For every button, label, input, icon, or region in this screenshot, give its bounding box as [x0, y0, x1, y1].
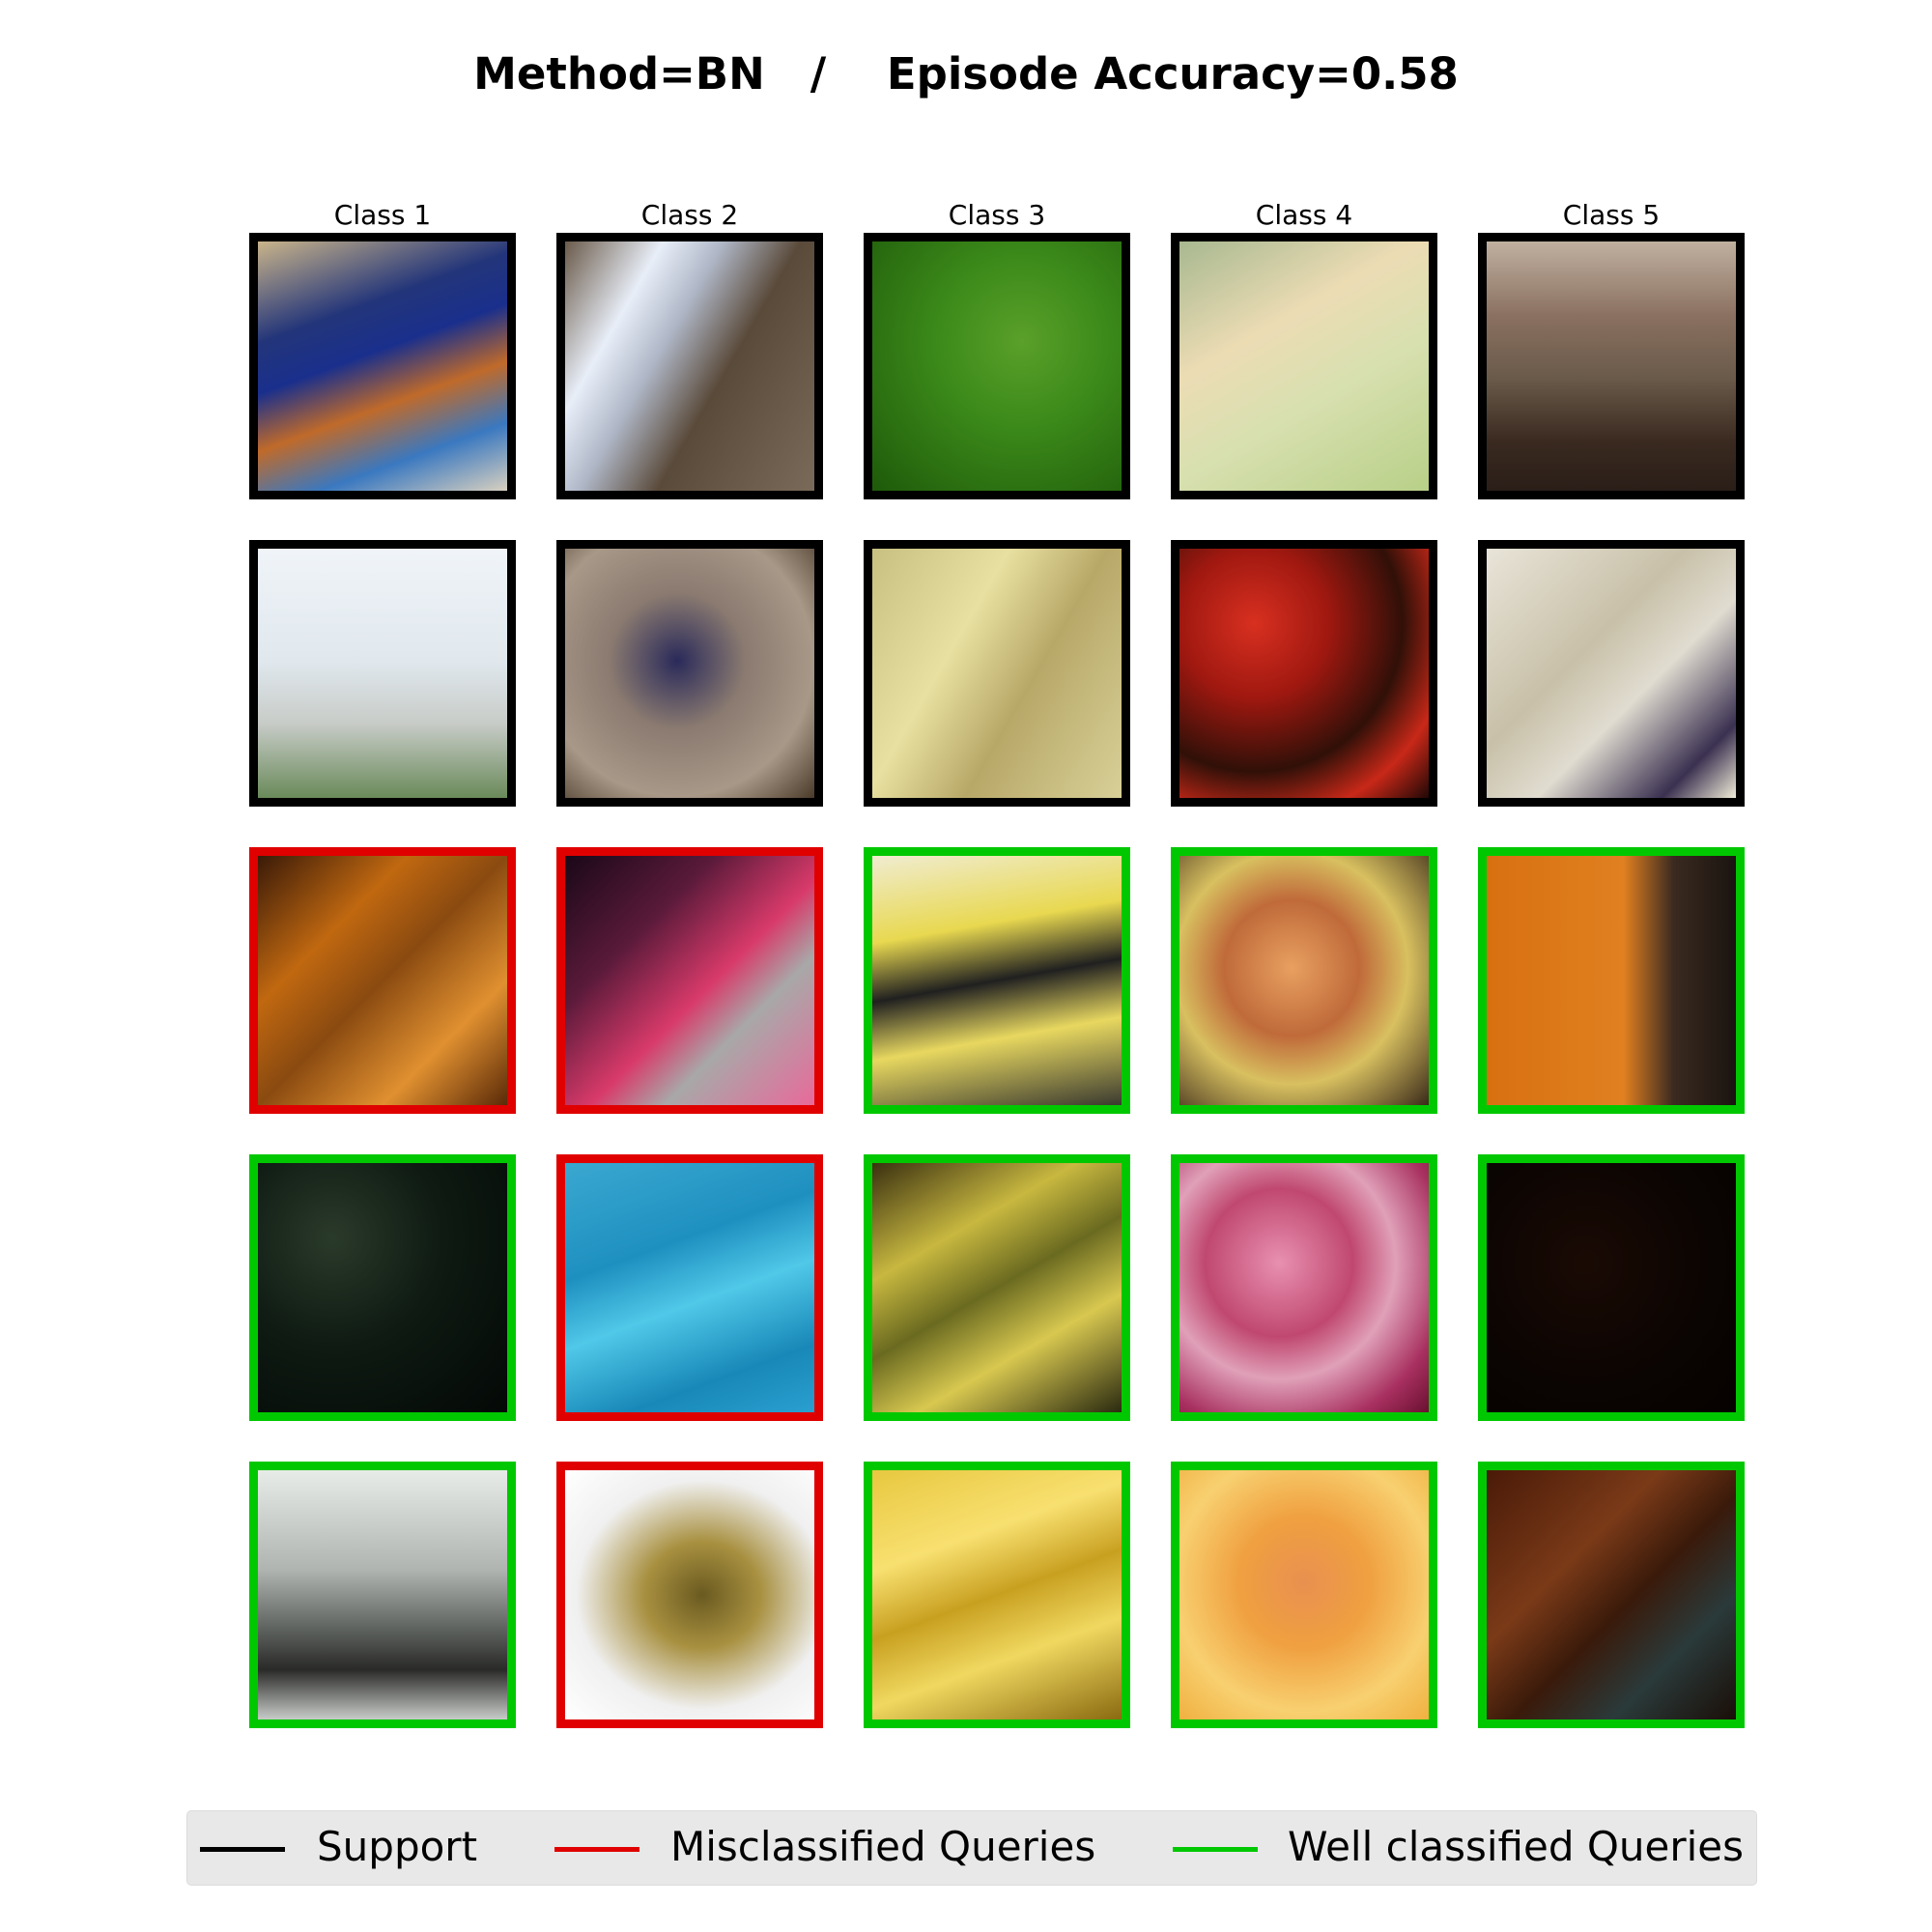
column-label-class-1: Class 1	[333, 199, 432, 231]
support-tile	[556, 540, 823, 807]
orange-car-photo	[258, 856, 507, 1105]
support-tile	[864, 233, 1130, 499]
wooden-chair-photo	[1487, 1470, 1736, 1719]
support-tile	[1171, 540, 1437, 807]
column-label-class-3: Class 3	[948, 199, 1046, 231]
yellow-bananas-photo	[872, 1470, 1122, 1719]
orange-wall-chair-photo	[1487, 856, 1736, 1105]
apple-photo	[1179, 856, 1429, 1105]
pale-fruit-photo	[1179, 242, 1429, 491]
legend: Support Misclassified Queries Well class…	[186, 1810, 1757, 1886]
legend-label-support: Support	[317, 1823, 478, 1870]
misclassified-tile	[556, 1462, 823, 1728]
well-tile	[1478, 1154, 1745, 1421]
legend-line-support	[200, 1847, 285, 1852]
pink-apples-photo	[1179, 1163, 1429, 1412]
support-tile	[1171, 233, 1437, 499]
column-label-class-4: Class 4	[1255, 199, 1353, 231]
scissors-photo	[565, 549, 814, 798]
banana-closeup-photo	[872, 549, 1122, 798]
blurry-orange-fruit-photo	[1179, 1470, 1429, 1719]
well-tile	[1171, 1462, 1437, 1728]
well-tile	[249, 1462, 516, 1728]
red-apples-photo	[1179, 549, 1429, 798]
bird-feathers-photo	[565, 242, 814, 491]
support-tile	[864, 540, 1130, 807]
legend-label-misclassified: Misclassified Queries	[670, 1823, 1096, 1870]
well-tile	[864, 1462, 1130, 1728]
dark-brown-photo	[1487, 1163, 1736, 1412]
support-tile	[556, 233, 823, 499]
dark-photo	[258, 1163, 507, 1412]
legend-label-well-classified: Well classified Queries	[1288, 1823, 1745, 1870]
support-tile	[249, 540, 516, 807]
support-tile	[1478, 540, 1745, 807]
figure-title: Method=BN / Episode Accuracy=0.58	[473, 48, 1459, 99]
column-label-class-5: Class 5	[1562, 199, 1661, 231]
grey-car-photo	[258, 1470, 507, 1719]
chair-blanket-photo	[1487, 549, 1736, 798]
white-car-photo	[258, 549, 507, 798]
bird-blur-photo	[565, 1470, 814, 1719]
vehicle-photo	[258, 242, 507, 491]
well-tile	[1478, 847, 1745, 1114]
legend-line-misclassified	[554, 1847, 639, 1852]
support-tile	[1478, 233, 1745, 499]
misclassified-tile	[556, 847, 823, 1114]
blue-sky-photo	[565, 1163, 814, 1412]
misclassified-tile	[249, 847, 516, 1114]
well-tile	[1478, 1462, 1745, 1728]
well-tile	[864, 1154, 1130, 1421]
legend-line-well-classified	[1173, 1847, 1258, 1852]
banana-bunch-photo	[872, 1163, 1122, 1412]
bananas-photo	[872, 856, 1122, 1105]
support-tile	[249, 233, 516, 499]
plaid-armchair-photo	[1487, 242, 1736, 491]
misclassified-tile	[556, 1154, 823, 1421]
green-leaf-photo	[872, 242, 1122, 491]
well-tile	[864, 847, 1130, 1114]
well-tile	[249, 1154, 516, 1421]
well-tile	[1171, 1154, 1437, 1421]
pink-scissors-photo	[565, 856, 814, 1105]
column-label-class-2: Class 2	[640, 199, 739, 231]
well-tile	[1171, 847, 1437, 1114]
